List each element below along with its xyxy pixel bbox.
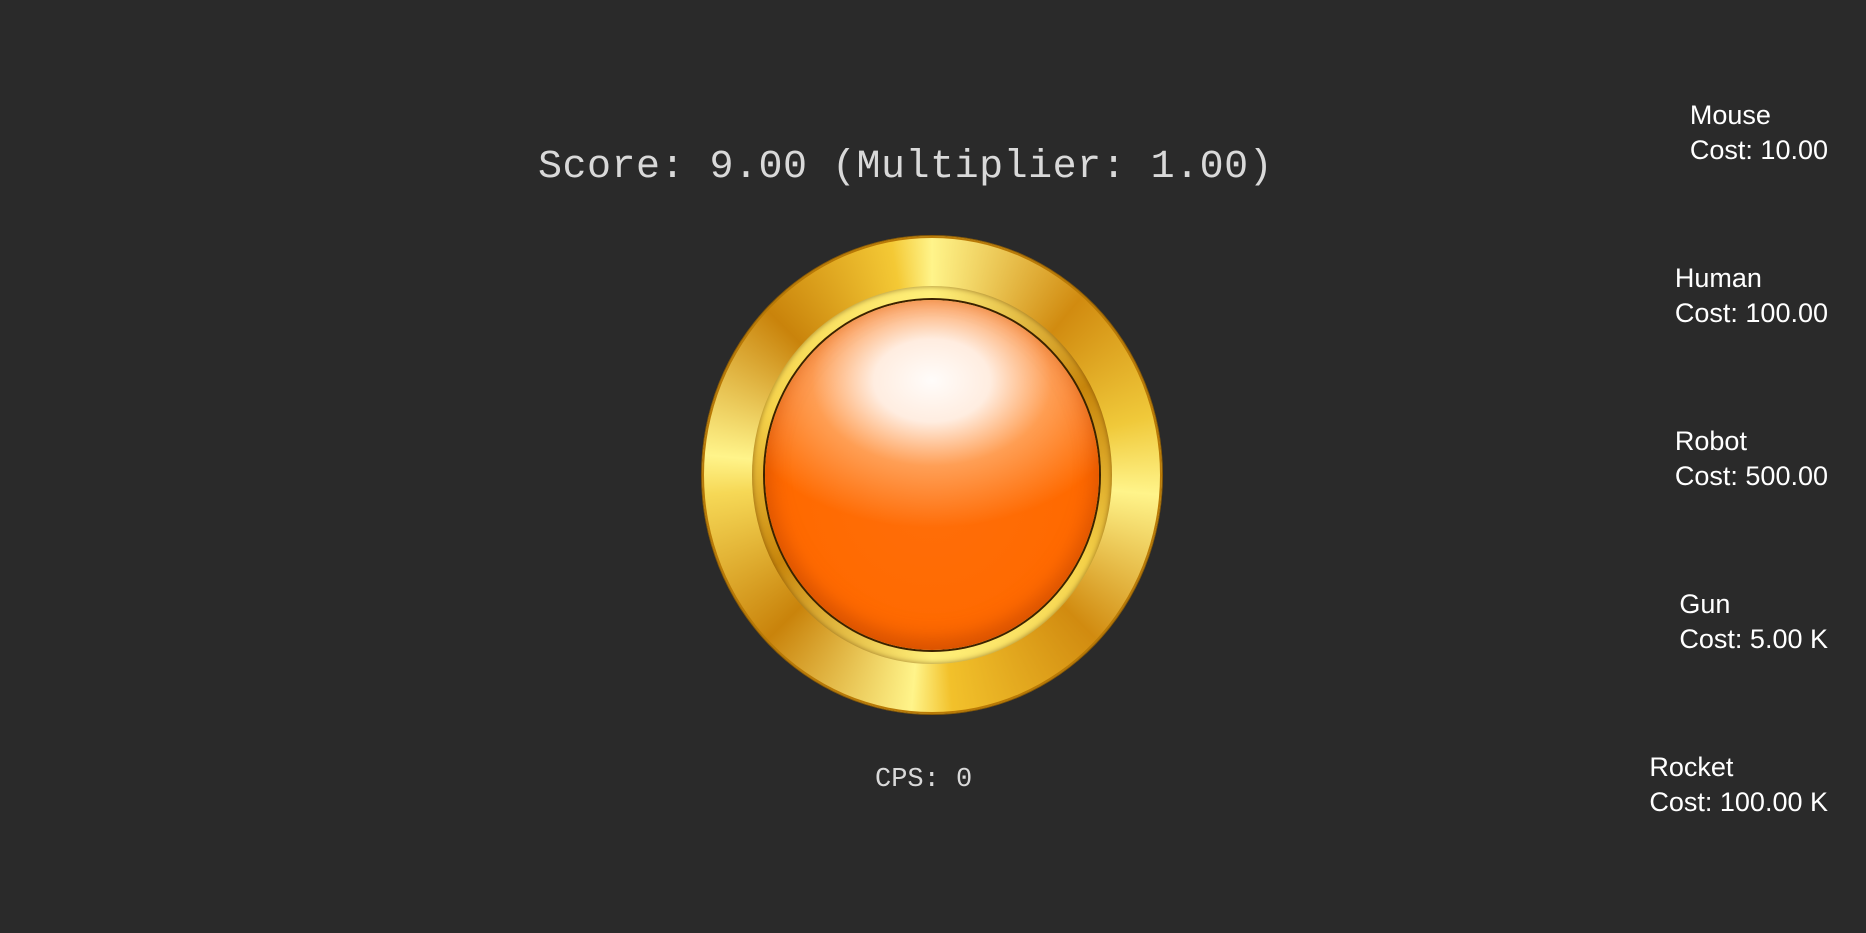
game-stage: Score: 9.00 (Multiplier: 1.00) CPS: 0 Mo… [0, 0, 1866, 933]
shop-item-robot[interactable]: Robot Cost: 500.00 [1675, 424, 1828, 494]
shop-item-human[interactable]: Human Cost: 100.00 [1675, 261, 1828, 331]
shop-item-name: Mouse [1689, 100, 1771, 130]
shop-item-cost: Cost: 100.00 [1674, 298, 1828, 328]
shop-item-name: Gun [1679, 589, 1731, 619]
shop-panel: Mouse Cost: 10.00 Human Cost: 100.00 Rob… [1568, 0, 1828, 933]
shop-item-cost: Cost: 5.00 K [1679, 624, 1828, 654]
shop-item-name: Robot [1674, 426, 1747, 456]
click-button[interactable] [702, 236, 1162, 714]
shop-item-cost: Cost: 100.00 K [1649, 787, 1828, 817]
shop-item-cost: Cost: 10.00 [1689, 135, 1828, 165]
shop-item-name: Rocket [1649, 752, 1734, 782]
shop-item-mouse[interactable]: Mouse Cost: 10.00 [1690, 98, 1828, 168]
shop-item-gun[interactable]: Gun Cost: 5.00 K [1679, 587, 1828, 657]
shop-item-name: Human [1674, 263, 1762, 293]
orange-click-button-icon [765, 300, 1099, 650]
shop-item-cost: Cost: 500.00 [1674, 461, 1828, 491]
shop-item-rocket[interactable]: Rocket Cost: 100.00 K [1649, 750, 1828, 820]
